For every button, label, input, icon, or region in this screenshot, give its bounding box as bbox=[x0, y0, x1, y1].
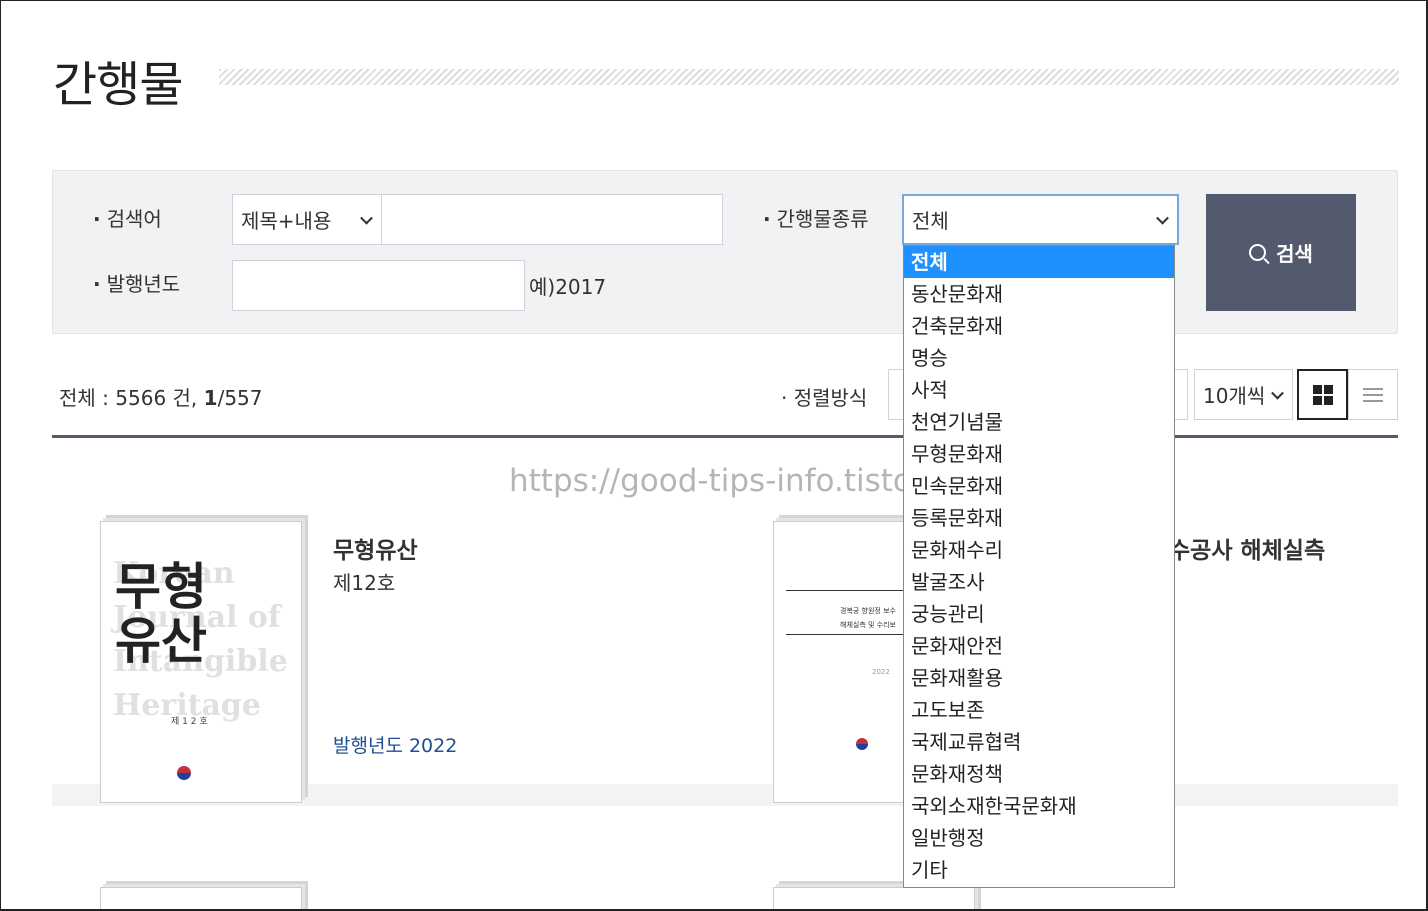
dropdown-option[interactable]: 전체 bbox=[904, 246, 1174, 278]
list-icon bbox=[1363, 387, 1383, 390]
total-prefix: 전체 : bbox=[59, 386, 116, 410]
dropdown-option[interactable]: 동산문화재 bbox=[904, 278, 1174, 310]
search-button[interactable]: 검색 bbox=[1206, 194, 1356, 311]
dropdown-option[interactable]: 민속문화재 bbox=[904, 470, 1174, 502]
dropdown-option[interactable]: 건축문화재 bbox=[904, 310, 1174, 342]
keyword-label: 검색어 bbox=[93, 203, 162, 232]
list-icon bbox=[1363, 393, 1383, 396]
dropdown-option[interactable]: 문화재활용 bbox=[904, 662, 1174, 694]
total-count: 5566 bbox=[115, 386, 167, 410]
emblem-icon bbox=[177, 766, 191, 780]
grid-icon bbox=[1323, 384, 1333, 394]
chevron-down-icon bbox=[1271, 386, 1284, 400]
card-year: 발행년도 2022 bbox=[333, 735, 458, 757]
book-cover[interactable] bbox=[773, 887, 975, 909]
dropdown-option[interactable]: 고도보존 bbox=[904, 694, 1174, 726]
scope-select[interactable]: 제목+내용 bbox=[232, 194, 382, 245]
book-cover[interactable]: Korean Journal of Intangible Heritage 무형… bbox=[100, 521, 302, 803]
result-total: 전체 : 5566 건, 1/557 bbox=[59, 382, 263, 411]
card-title[interactable]: 수공사 해체실측 bbox=[1169, 531, 1325, 565]
cover-title: 무형 유산 bbox=[115, 558, 207, 670]
grid-icon bbox=[1312, 384, 1322, 394]
card-subtitle: 제12호 bbox=[333, 571, 396, 595]
chevron-down-icon bbox=[360, 211, 373, 225]
year-hint: 예)2017 bbox=[529, 275, 607, 299]
scope-select-value: 제목+내용 bbox=[241, 209, 332, 233]
year-input[interactable] bbox=[232, 260, 525, 311]
dropdown-option[interactable]: 사적 bbox=[904, 374, 1174, 406]
dropdown-option[interactable]: 문화재안전 bbox=[904, 630, 1174, 662]
current-page: 1 bbox=[203, 386, 218, 410]
page-frame: 간행물 검색어 발행년도 간행물종류 제목+내용 예)2017 전체 검색 전체… bbox=[0, 0, 1428, 911]
cover-year: 2022 bbox=[872, 668, 890, 676]
dropdown-option[interactable]: 문화재정책 bbox=[904, 758, 1174, 790]
type-label: 간행물종류 bbox=[763, 203, 869, 232]
search-button-label: 검색 bbox=[1276, 244, 1313, 266]
keyword-input[interactable] bbox=[381, 194, 723, 245]
dropdown-option[interactable]: 무형문화재 bbox=[904, 438, 1174, 470]
dropdown-option[interactable]: 명승 bbox=[904, 342, 1174, 374]
dropdown-option[interactable]: 발굴조사 bbox=[904, 566, 1174, 598]
dropdown-option[interactable]: 등록문화재 bbox=[904, 502, 1174, 534]
dropdown-option[interactable]: 문화재수리 bbox=[904, 534, 1174, 566]
search-icon bbox=[1249, 244, 1267, 261]
type-select-value: 전체 bbox=[912, 209, 949, 233]
type-select[interactable]: 전체 bbox=[902, 194, 1179, 245]
cover-text: 경복궁 향원정 보수 해체실측 및 수리보 bbox=[840, 607, 896, 629]
sort-label: · 정렬방식 bbox=[781, 386, 868, 410]
dropdown-option[interactable]: 국외소재한국문화재 bbox=[904, 790, 1174, 822]
type-dropdown-list[interactable]: 전체 동산문화재 건축문화재 명승 사적 천연기념물 무형문화재 민속문화재 등록문화재 문화재수… bbox=[903, 245, 1175, 888]
emblem-icon bbox=[856, 738, 868, 750]
card-title[interactable]: 무형유산 bbox=[333, 531, 418, 565]
chevron-down-icon bbox=[1156, 211, 1169, 225]
title-decoration bbox=[219, 69, 1399, 85]
year-label: 발행년도 bbox=[93, 268, 181, 297]
book-cover[interactable] bbox=[100, 887, 302, 909]
list-view-button[interactable] bbox=[1348, 369, 1398, 420]
dropdown-option[interactable]: 기타 bbox=[904, 854, 1174, 886]
search-panel: 검색어 발행년도 간행물종류 제목+내용 예)2017 전체 검색 bbox=[52, 170, 1398, 334]
dropdown-option[interactable]: 국제교류협력 bbox=[904, 726, 1174, 758]
per-page-select[interactable]: 10개씩 bbox=[1194, 369, 1293, 420]
dropdown-option[interactable]: 궁능관리 bbox=[904, 598, 1174, 630]
grid-icon bbox=[1312, 395, 1322, 405]
sort-label-text: 정렬방식 bbox=[793, 386, 868, 410]
dropdown-option[interactable]: 천연기념물 bbox=[904, 406, 1174, 438]
list-icon bbox=[1363, 399, 1383, 402]
total-pages: /557 bbox=[217, 386, 263, 410]
grid-icon bbox=[1323, 395, 1333, 405]
grid-view-button[interactable] bbox=[1297, 369, 1348, 420]
total-unit: 건, bbox=[166, 386, 204, 410]
per-page-value: 10개씩 bbox=[1203, 384, 1266, 408]
result-divider bbox=[52, 435, 1398, 438]
cover-issue: 제 1 2 호 bbox=[171, 717, 208, 727]
dropdown-option[interactable]: 일반행정 bbox=[904, 822, 1174, 854]
page-title: 간행물 bbox=[53, 57, 183, 113]
